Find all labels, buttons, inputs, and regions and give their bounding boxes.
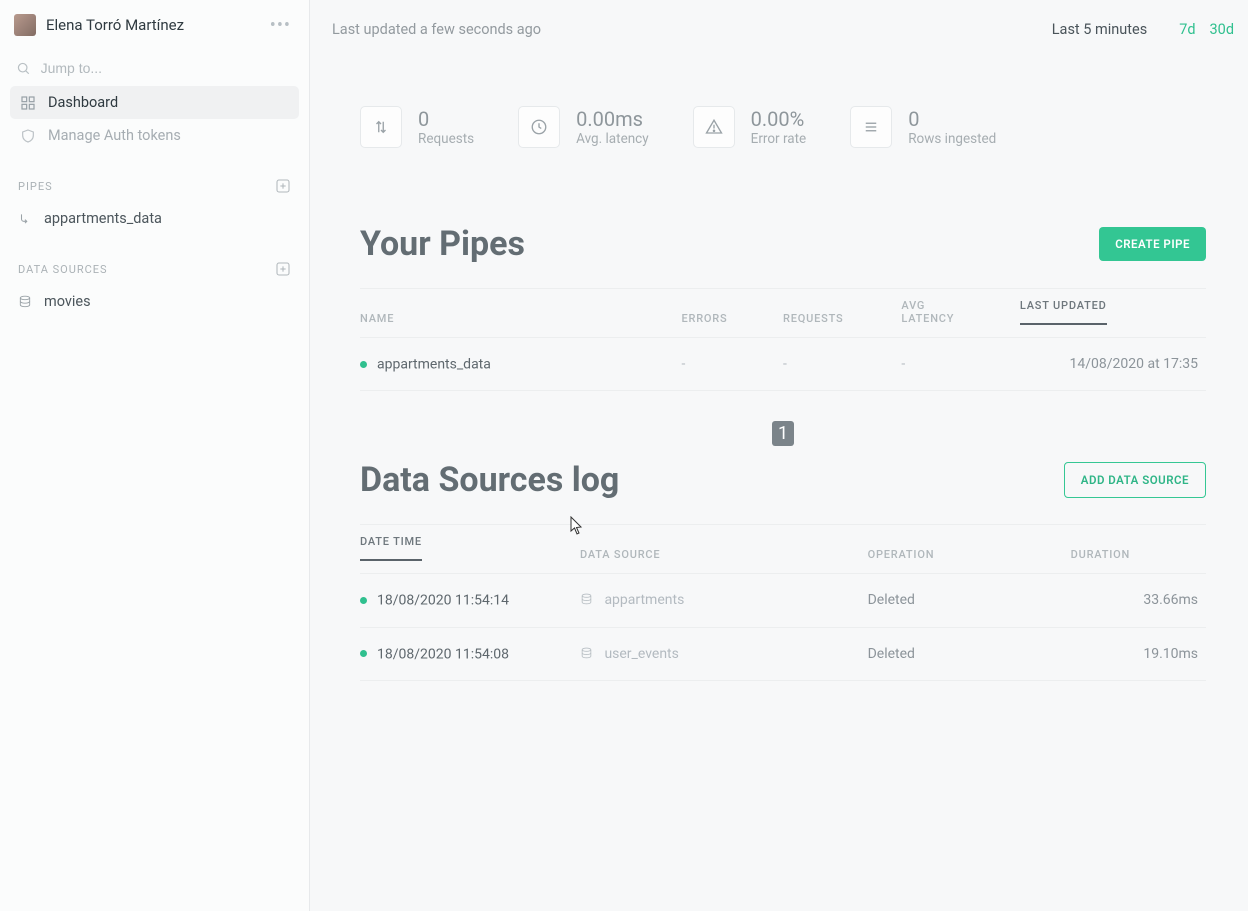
th-errors[interactable]: ERRORS (681, 289, 783, 338)
nav-dashboard[interactable]: Dashboard (10, 86, 299, 119)
log-dt: 18/08/2020 11:54:14 (377, 593, 509, 609)
time-range-30d[interactable]: 30d (1210, 21, 1234, 38)
sidebar-pipe-label: appartments_data (44, 210, 162, 227)
log-dur: 19.10ms (1143, 646, 1198, 662)
pipes-section-title: PIPES (18, 180, 53, 193)
rows-icon (850, 106, 892, 148)
pipe-name: appartments_data (377, 356, 491, 372)
main: Last updated a few seconds ago Last 5 mi… (310, 0, 1248, 911)
stat-rows-value: 0 (908, 107, 996, 131)
stat-rows: 0 Rows ingested (850, 106, 996, 148)
stat-requests: 0 Requests (360, 106, 474, 148)
status-dot (360, 361, 367, 368)
sidebar-header: Elena Torró Martínez ••• (0, 10, 309, 50)
stat-error-label: Error rate (751, 131, 807, 147)
last-updated-text: Last updated a few seconds ago (332, 21, 541, 38)
th-last-updated[interactable]: LAST UPDATED (1020, 289, 1206, 338)
log-ds: user_events (604, 646, 678, 662)
error-icon (693, 106, 735, 148)
page-number[interactable]: 1 (772, 421, 794, 446)
th-operation[interactable]: OPERATION (868, 525, 1071, 574)
pipe-errors: - (681, 356, 685, 372)
add-pipe-icon[interactable] (275, 178, 291, 194)
th-datetime[interactable]: DATE TIME (360, 525, 580, 574)
th-duration[interactable]: DURATION (1071, 525, 1206, 574)
th-datasource[interactable]: DATA SOURCE (580, 525, 868, 574)
latency-icon (518, 106, 560, 148)
search-row[interactable] (0, 50, 309, 86)
add-datasource-icon[interactable] (275, 261, 291, 277)
time-range-7d[interactable]: 7d (1179, 21, 1195, 38)
pipes-title: Your Pipes (360, 224, 525, 264)
shield-icon (20, 128, 36, 144)
stat-latency-value: 0.00ms (576, 107, 649, 131)
dslog-block: Data Sources log ADD DATA SOURCE DATE TI… (332, 450, 1234, 681)
status-dot (360, 597, 367, 604)
nav-list: Dashboard Manage Auth tokens (0, 86, 309, 152)
search-icon (16, 61, 31, 76)
pipes-block: Your Pipes CREATE PIPE NAME ERRORS REQUE… (332, 148, 1234, 450)
stat-requests-label: Requests (418, 131, 474, 147)
sidebar-datasource-item[interactable]: movies (0, 285, 309, 318)
database-icon (580, 593, 593, 606)
sidebar-datasource-label: movies (44, 293, 91, 310)
pipes-section-header: PIPES (0, 152, 309, 202)
stat-latency-label: Avg. latency (576, 131, 649, 147)
pipe-updated: 14/08/2020 at 17:35 (1069, 356, 1198, 372)
th-requests[interactable]: REQUESTS (783, 289, 901, 338)
create-pipe-button[interactable]: CREATE PIPE (1099, 227, 1206, 261)
th-avg-latency[interactable]: AVGLATENCY (901, 289, 1019, 338)
stat-error-value: 0.00% (751, 107, 807, 131)
pipe-requests: - (783, 356, 787, 372)
avatar[interactable] (14, 14, 36, 36)
database-icon (580, 647, 593, 660)
pipes-pager: 1 (360, 391, 1206, 450)
nav-manage-tokens[interactable]: Manage Auth tokens (10, 119, 299, 152)
log-op: Deleted (868, 646, 915, 662)
th-name[interactable]: NAME (360, 289, 681, 338)
stats-row: 0 Requests 0.00ms Avg. latency 0.00% Err… (332, 44, 1234, 148)
add-datasource-button[interactable]: ADD DATA SOURCE (1064, 462, 1206, 498)
datasources-section-header: DATA SOURCES (0, 235, 309, 285)
log-ds: appartments (604, 592, 684, 608)
nav-dashboard-label: Dashboard (48, 94, 118, 111)
log-row[interactable]: 18/08/2020 11:54:08 user_events Deleted … (360, 627, 1206, 680)
log-row[interactable]: 18/08/2020 11:54:14 appartments Deleted … (360, 574, 1206, 627)
sidebar: Elena Torró Martínez ••• Dashboard Manag… (0, 0, 310, 911)
more-icon[interactable]: ••• (266, 15, 295, 36)
pipe-latency: - (901, 356, 905, 372)
requests-icon (360, 106, 402, 148)
status-dot (360, 650, 367, 657)
dslog-title: Data Sources log (360, 460, 619, 500)
user-name: Elena Torró Martínez (46, 16, 266, 34)
pipe-icon (18, 212, 32, 226)
dashboard-icon (20, 95, 36, 111)
datasources-section-title: DATA SOURCES (18, 263, 108, 276)
time-range-active[interactable]: Last 5 minutes (1052, 21, 1147, 38)
topbar: Last updated a few seconds ago Last 5 mi… (332, 14, 1234, 44)
search-input[interactable] (41, 60, 293, 76)
log-dur: 33.66ms (1143, 592, 1198, 608)
pipe-row[interactable]: appartments_data - - - 14/08/2020 at 17:… (360, 338, 1206, 391)
database-icon (18, 295, 32, 309)
dslog-table: DATE TIME DATA SOURCE OPERATION DURATION… (360, 524, 1206, 681)
log-op: Deleted (868, 592, 915, 608)
sidebar-pipe-item[interactable]: appartments_data (0, 202, 309, 235)
stat-requests-value: 0 (418, 107, 474, 131)
nav-manage-tokens-label: Manage Auth tokens (48, 127, 181, 144)
log-dt: 18/08/2020 11:54:08 (377, 646, 509, 662)
stat-rows-label: Rows ingested (908, 131, 996, 147)
stat-error: 0.00% Error rate (693, 106, 807, 148)
pipes-table: NAME ERRORS REQUESTS AVGLATENCY LAST UPD… (360, 288, 1206, 391)
stat-latency: 0.00ms Avg. latency (518, 106, 649, 148)
